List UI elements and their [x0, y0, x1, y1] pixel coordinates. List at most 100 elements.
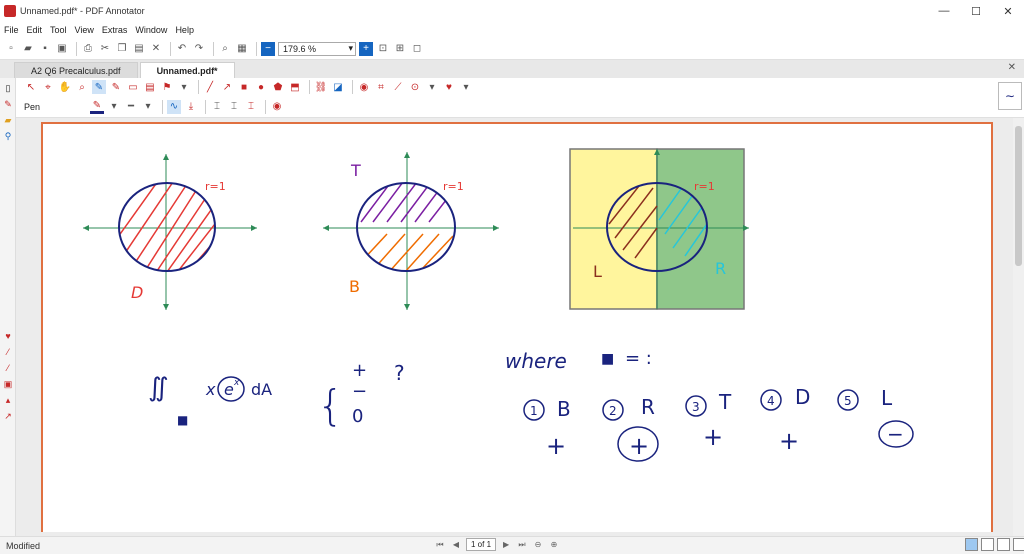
first-page-icon[interactable]: ⏮ [434, 539, 446, 551]
close-button[interactable]: ✕ [992, 0, 1024, 22]
hand-icon[interactable]: ✋ [58, 80, 72, 94]
select-icon[interactable]: ↖ [24, 80, 38, 94]
open-icon[interactable]: ▰ [21, 42, 35, 56]
folder-icon[interactable]: ▰ [2, 114, 14, 126]
next-page-icon[interactable]: ▶ [500, 539, 512, 551]
menu-help[interactable]: Help [175, 25, 194, 35]
continuous-view-icon[interactable] [981, 538, 994, 551]
radius-label: r=1 [694, 180, 715, 193]
menu-view[interactable]: View [75, 25, 94, 35]
forward-icon[interactable]: ⊕ [548, 539, 560, 551]
options-list: 1 B + 2 R + 3 T + 4 D + 5 L − [523, 385, 914, 462]
rectangle-icon[interactable]: ■ [237, 80, 251, 94]
fit-width-icon[interactable]: ⊡ [376, 42, 390, 56]
save-as-icon[interactable]: ▣ [55, 42, 69, 56]
note-icon[interactable]: ▤ [143, 80, 157, 94]
menu-extras[interactable]: Extras [102, 25, 128, 35]
text-select-icon[interactable]: ⌖ [41, 80, 55, 94]
zoom-out-icon[interactable]: − [261, 41, 275, 56]
pointer-icon[interactable]: ↗ [2, 410, 14, 422]
page-icon[interactable]: ▯ [2, 82, 14, 94]
prev-page-icon[interactable]: ◀ [450, 539, 462, 551]
copy-icon[interactable]: ❐ [115, 42, 129, 56]
pen-icon[interactable]: ✎ [2, 98, 14, 110]
redo-icon[interactable]: ↷ [192, 42, 206, 56]
zoom-in-icon[interactable]: + [359, 41, 373, 56]
text-mid-icon[interactable]: ⌶ [227, 100, 241, 114]
new-icon[interactable]: ▫ [4, 42, 18, 56]
annotation-toolbar: ↖ ⌖ ✋ ⌕ ✎ ✎ ▭ ▤ ⚑ ▾ ╱ ↗ ■ ● ⬟ ⬒ ⛓ ◪ ◉ ⌗ … [16, 78, 1024, 96]
right-region-box [656, 148, 745, 310]
two-page-view-icon[interactable] [997, 538, 1010, 551]
stamp-icon[interactable]: ▣ [2, 378, 14, 390]
paste-icon[interactable]: ▤ [132, 42, 146, 56]
pressure-icon[interactable]: ⤓ [184, 100, 198, 114]
menu-window[interactable]: Window [135, 25, 167, 35]
vertical-scrollbar[interactable] [1013, 118, 1024, 536]
app-icon [4, 5, 16, 17]
attach-icon[interactable]: ⚲ [2, 130, 14, 142]
style-icon[interactable]: ◉ [270, 100, 284, 114]
compass-icon[interactable]: ⊙ [408, 80, 422, 94]
favorite-icon[interactable]: ♥ [2, 330, 14, 342]
stamp-tool-icon[interactable]: ⚑ [160, 80, 174, 94]
menu-edit[interactable]: Edit [27, 25, 43, 35]
polygon-icon[interactable]: ⬟ [271, 80, 285, 94]
print-icon[interactable]: ⎙ [81, 42, 95, 56]
pen-tool-icon[interactable]: ✎ [92, 80, 106, 94]
text-bottom-icon[interactable]: ⌶ [244, 100, 258, 114]
camera-icon[interactable]: ◉ [357, 80, 371, 94]
single-page-view-icon[interactable] [965, 538, 978, 551]
favorites-dropdown-icon[interactable]: ▾ [459, 80, 473, 94]
pages-icon[interactable]: ▦ [235, 42, 249, 56]
option-sign: − [887, 422, 904, 446]
text-top-icon[interactable]: ⌶ [210, 100, 224, 114]
line-width-icon[interactable]: ━ [124, 100, 138, 114]
more-tools-icon[interactable]: ▾ [425, 80, 439, 94]
crop-icon[interactable]: ⌗ [374, 80, 388, 94]
find-icon[interactable]: ⌕ [218, 42, 232, 56]
tab-a2-q6[interactable]: A2 Q6 Precalculus.pdf [14, 62, 138, 78]
highlighter-icon[interactable]: ✎ [109, 80, 123, 94]
where-text: where [505, 349, 567, 373]
width-dropdown-icon[interactable]: ▾ [141, 100, 155, 114]
option-region: B [557, 397, 571, 421]
fullscreen-icon[interactable]: ◻ [410, 42, 424, 56]
smooth-icon[interactable]: ∿ [167, 99, 181, 114]
undo-icon[interactable]: ↶ [175, 42, 189, 56]
magnify-icon[interactable]: ⌕ [75, 80, 89, 94]
page-number-box[interactable]: 1 of 1 [466, 538, 497, 551]
last-page-icon[interactable]: ⏭ [516, 539, 528, 551]
back-icon[interactable]: ⊖ [532, 539, 544, 551]
shape-icon[interactable]: ⬒ [288, 80, 302, 94]
arrow-icon[interactable]: ↗ [220, 80, 234, 94]
ruler-icon[interactable]: ⟋ [391, 80, 405, 94]
minimize-button[interactable]: — [928, 0, 960, 22]
link-icon[interactable]: ⛓ [314, 80, 328, 94]
fit-page-icon[interactable]: ⊞ [393, 42, 407, 56]
tab-close-icon[interactable]: ✕ [1008, 62, 1016, 73]
highlight-icon[interactable]: ⁄ [2, 362, 14, 374]
pdf-page[interactable]: r=1 D T r=1 B r=1 L R ∬ ■ x e x dA {+ −… [41, 122, 993, 532]
text-box-icon[interactable]: ▭ [126, 80, 140, 94]
zoom-select[interactable]: 179.6 % ▾ [278, 41, 356, 56]
favorites-icon[interactable]: ♥ [442, 80, 456, 94]
eraser-tool-icon[interactable]: ◪ [331, 80, 345, 94]
menu-tool[interactable]: Tool [50, 25, 67, 35]
ellipse-icon[interactable]: ● [254, 80, 268, 94]
menu-file[interactable]: File [4, 25, 19, 35]
pen-preview[interactable]: ∼ [998, 82, 1022, 110]
pen-color-icon[interactable]: ✎ [90, 100, 104, 114]
two-page-continuous-icon[interactable] [1013, 538, 1024, 551]
save-icon[interactable]: ▪ [38, 42, 52, 56]
eraser-icon[interactable]: ▴ [2, 394, 14, 406]
line-icon[interactable]: ╱ [203, 80, 217, 94]
tab-unnamed[interactable]: Unnamed.pdf* [139, 62, 235, 78]
cut-icon[interactable]: ✂ [98, 42, 112, 56]
maximize-button[interactable]: ☐ [960, 0, 992, 22]
marker-icon[interactable]: ⁄ [2, 346, 14, 358]
delete-icon[interactable]: ✕ [149, 42, 163, 56]
color-dropdown-icon[interactable]: ▾ [107, 100, 121, 114]
scrollbar-thumb[interactable] [1015, 126, 1022, 266]
dropdown-icon[interactable]: ▾ [177, 80, 191, 94]
